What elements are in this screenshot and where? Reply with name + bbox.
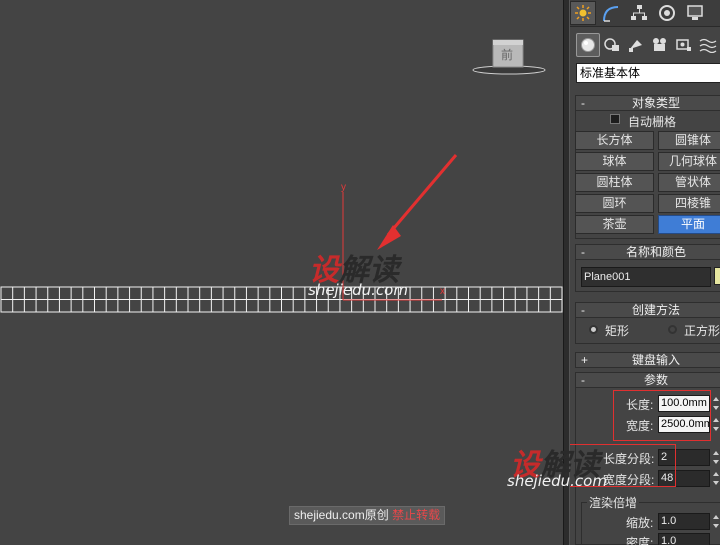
watermark-url-2: shejiedu.com: [507, 472, 607, 490]
btn-pyramid[interactable]: 四棱锥: [658, 194, 720, 213]
sun-star-icon: [575, 5, 591, 21]
axis-x-label: x: [440, 286, 445, 297]
camera-icon: [653, 38, 666, 51]
btn-cone[interactable]: 圆锥体: [658, 131, 720, 150]
axis-y-label: y: [341, 182, 346, 193]
highlight-dimensions: [613, 390, 711, 441]
radio-rectangle-label: 矩形: [605, 324, 630, 338]
light-icon: [629, 40, 642, 52]
motion-circle-icon: [659, 5, 675, 21]
width-spinner[interactable]: [713, 416, 720, 433]
rollout-object-type-header[interactable]: - 对象类型: [575, 95, 720, 111]
rollout-name-color-header[interactable]: - 名称和颜色: [575, 244, 720, 260]
tab-motion[interactable]: [654, 1, 680, 25]
annotation-arrow-shaft: [386, 154, 458, 236]
watermark-url: shejiedu.com: [308, 281, 408, 299]
radio-rectangle[interactable]: [589, 325, 598, 334]
subcat-shapes[interactable]: [600, 33, 624, 57]
tab-create[interactable]: [570, 1, 596, 25]
btn-cylinder[interactable]: 圆柱体: [575, 173, 654, 192]
command-panel-tabs: [570, 0, 720, 27]
density-label: 密度:: [626, 536, 654, 545]
category-dropdown[interactable]: 标准基本体: [576, 63, 720, 83]
radio-square-label: 正方形: [684, 324, 720, 338]
rollout-title: 名称和颜色: [625, 245, 686, 259]
density-input[interactable]: 1.0: [658, 533, 710, 545]
bend-curve-icon: [603, 6, 619, 22]
front-viewport[interactable]: 前 y x 设解读 shejiedu.com shejiedu.com原创 禁止…: [0, 0, 563, 545]
btn-box[interactable]: 长方体: [575, 131, 654, 150]
subcat-lights[interactable]: [624, 33, 648, 57]
autogrid-label: 自动栅格: [628, 115, 677, 129]
object-name-field[interactable]: Plane001: [581, 267, 711, 287]
btn-plane[interactable]: 平面: [658, 215, 720, 234]
shapes-icon: [604, 38, 619, 51]
radio-square[interactable]: [668, 325, 677, 334]
hierarchy-icon: [631, 5, 647, 20]
tab-utilities[interactable]: [710, 1, 720, 25]
btn-teapot[interactable]: 茶壶: [575, 215, 654, 234]
plane-wireframe: [0, 154, 563, 313]
helper-icon: [676, 39, 691, 51]
scale-label: 缩放:: [626, 516, 654, 530]
tab-hierarchy[interactable]: [626, 1, 652, 25]
tab-display[interactable]: [682, 1, 708, 25]
subcat-cameras[interactable]: [648, 33, 672, 57]
btn-torus[interactable]: 圆环: [575, 194, 654, 213]
length-spinner[interactable]: [713, 395, 720, 412]
sphere-icon: [581, 38, 595, 52]
rollout-keyboard-entry-header[interactable]: + 键盘输入: [575, 352, 720, 368]
rollout-parameters-header[interactable]: - 参数: [575, 372, 720, 388]
btn-tube[interactable]: 管状体: [658, 173, 720, 192]
length-segs-spinner[interactable]: [713, 449, 720, 466]
rollout-creation-method-header[interactable]: - 创建方法: [575, 302, 720, 318]
monitor-icon: [687, 5, 703, 20]
credit-label: shejiedu.com原创 禁止转载: [289, 506, 446, 525]
btn-geosphere[interactable]: 几何球体: [658, 152, 720, 171]
subcat-space-warps[interactable]: [696, 33, 720, 57]
create-subcategories: [570, 32, 720, 58]
subcat-helpers[interactable]: [672, 33, 696, 57]
tab-modify[interactable]: [598, 1, 624, 25]
scale-spinner[interactable]: [713, 513, 720, 530]
rollout-title: 对象类型: [631, 96, 680, 110]
width-segs-spinner[interactable]: [713, 470, 720, 487]
wave-icon: [699, 38, 717, 53]
rollout-title: 参数: [643, 373, 668, 387]
btn-sphere[interactable]: 球体: [575, 152, 654, 171]
render-mult-label: 渲染倍增: [587, 494, 640, 511]
subcat-geometry[interactable]: [576, 33, 600, 57]
object-color-swatch[interactable]: [714, 267, 720, 285]
rollout-title: 创建方法: [631, 303, 680, 317]
rollout-title: 键盘输入: [631, 353, 680, 367]
scale-input[interactable]: 1.0: [658, 513, 710, 530]
autogrid-checkbox[interactable]: [610, 114, 620, 124]
